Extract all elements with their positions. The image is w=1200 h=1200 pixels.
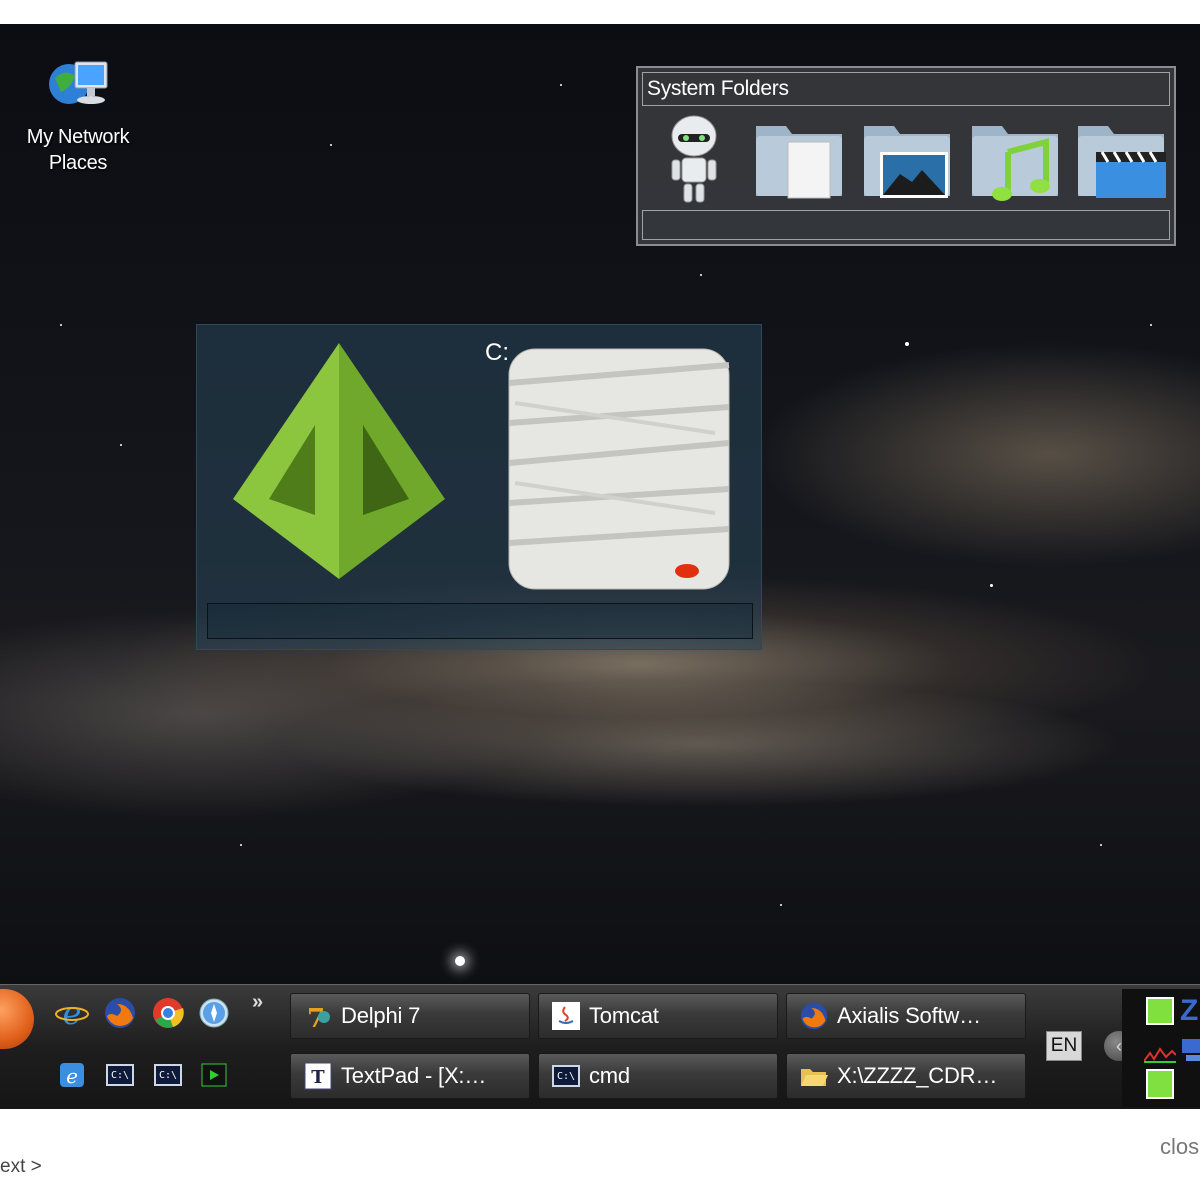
panel-footer	[642, 210, 1170, 240]
desktop-icon-my-network-places[interactable]: My Network Places	[14, 54, 142, 177]
open-folder-icon	[799, 1061, 829, 1091]
task-label: X:\ZZZZ_CDR…	[837, 1063, 998, 1088]
documents-folder-icon[interactable]	[752, 112, 848, 208]
panel-footer	[207, 603, 753, 639]
mummy-drive-icon[interactable]	[495, 343, 737, 593]
close-link[interactable]: clos	[1160, 1134, 1199, 1160]
cpu-graph-icon[interactable]	[1143, 1033, 1177, 1063]
svg-text:e: e	[66, 1064, 78, 1088]
star	[700, 274, 702, 276]
command-prompt-icon[interactable]: C:\	[102, 1057, 138, 1093]
network-tray-icon[interactable]	[1180, 1035, 1200, 1063]
green-status-icon[interactable]	[1146, 1069, 1174, 1099]
command-prompt-icon: C:\	[551, 1061, 581, 1091]
ie-settings-icon[interactable]: e	[54, 1057, 90, 1093]
star	[1150, 324, 1152, 326]
videos-folder-icon[interactable]	[1074, 112, 1170, 208]
taskbar: e » e C:\ C:\ 7 Delphi 7 Tomcat Axialis …	[0, 984, 1200, 1109]
svg-text:e: e	[63, 996, 82, 1030]
command-prompt-icon-text: C:\	[154, 1064, 182, 1086]
desktop: My Network Places System Folders C:	[0, 24, 1200, 986]
star	[780, 904, 782, 906]
system-folders-panel: System Folders	[636, 66, 1176, 246]
robot-user-folder-icon[interactable]	[646, 112, 742, 208]
task-button-textpad[interactable]: T TextPad - [X:…	[290, 1053, 530, 1099]
star	[60, 324, 62, 326]
star	[990, 584, 993, 587]
system-tray: Z	[1122, 989, 1200, 1107]
star	[905, 342, 909, 346]
svg-text:T: T	[311, 1067, 325, 1088]
task-label: Delphi 7	[341, 1003, 421, 1028]
command-prompt-icon-text: C:\	[552, 1065, 580, 1087]
delphi-icon: 7	[303, 1001, 333, 1031]
network-places-icon	[45, 54, 111, 120]
command-prompt-icon-text: C:\	[106, 1064, 134, 1086]
quick-launch-more-button[interactable]: »	[252, 991, 263, 1014]
star	[330, 144, 332, 146]
task-button-cmd[interactable]: C:\ cmd	[538, 1053, 778, 1099]
desktop-icon-label: My Network	[26, 126, 130, 148]
music-folder-icon[interactable]	[968, 112, 1064, 208]
firefox-icon[interactable]	[102, 995, 138, 1031]
terminal-green-icon[interactable]	[196, 1057, 232, 1093]
task-button-delphi[interactable]: 7 Delphi 7	[290, 993, 530, 1039]
firefox-icon	[799, 1001, 829, 1031]
task-label: Tomcat	[589, 1003, 659, 1028]
task-label: cmd	[589, 1063, 630, 1088]
green-pyramid-icon[interactable]	[229, 339, 449, 583]
next-link[interactable]: ext >	[0, 1156, 42, 1178]
task-label: Axialis Softw…	[837, 1003, 981, 1028]
task-button-tomcat[interactable]: Tomcat	[538, 993, 778, 1039]
green-status-icon[interactable]	[1146, 997, 1174, 1025]
java-icon	[551, 1001, 581, 1031]
safari-icon[interactable]	[196, 995, 232, 1031]
textpad-icon: T	[303, 1061, 333, 1091]
task-label: TextPad - [X:…	[341, 1063, 487, 1088]
command-prompt-icon[interactable]: C:\	[150, 1057, 186, 1093]
star	[240, 844, 242, 846]
star	[455, 956, 465, 966]
drives-panel: C:	[196, 324, 762, 650]
start-button[interactable]	[0, 989, 34, 1049]
language-indicator[interactable]: EN	[1046, 1031, 1082, 1061]
chrome-icon[interactable]	[150, 995, 186, 1031]
desktop-icon-label: Places	[48, 152, 108, 174]
panel-title: System Folders	[642, 72, 1170, 106]
star	[1100, 844, 1102, 846]
star	[120, 444, 122, 446]
task-button-axialis[interactable]: Axialis Softw…	[786, 993, 1026, 1039]
pictures-folder-icon[interactable]	[860, 112, 956, 208]
zone-alarm-icon[interactable]: Z	[1180, 995, 1200, 1027]
task-button-explorer[interactable]: X:\ZZZZ_CDR…	[786, 1053, 1026, 1099]
star	[560, 84, 562, 86]
internet-explorer-icon[interactable]: e	[54, 995, 90, 1031]
